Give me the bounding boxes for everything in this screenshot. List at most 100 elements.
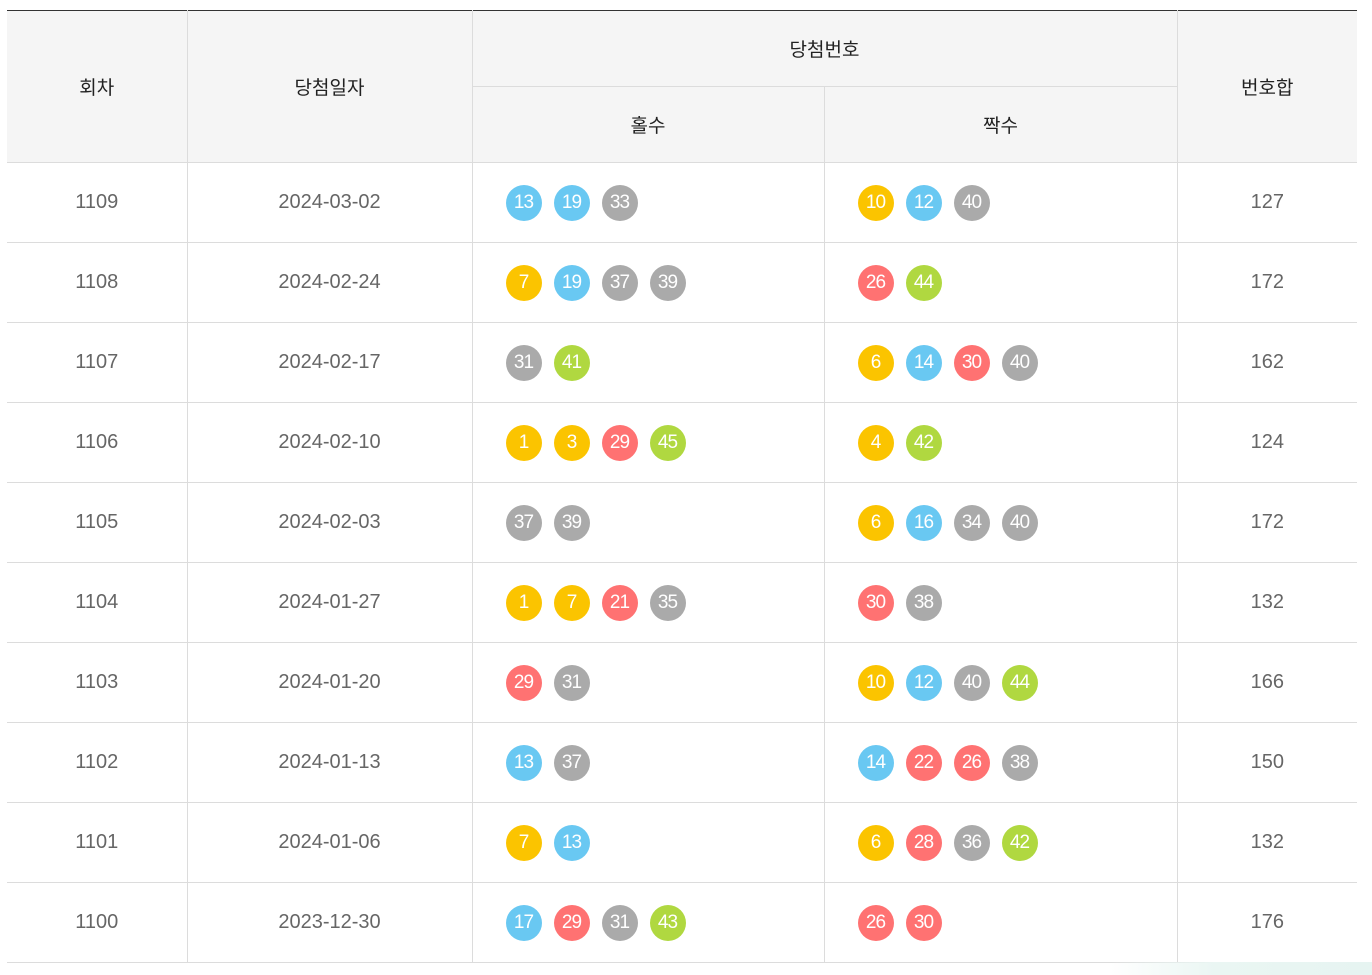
header-row-1: 회차 당첨일자 당첨번호 번호합 xyxy=(7,10,1358,163)
table-row: 1101 2024-01-06 7 13 6 28 36 42 132 xyxy=(7,802,1358,883)
lotto-ball: 13 xyxy=(553,824,590,861)
lotto-ball: 10 xyxy=(857,664,894,701)
odd-numbers-cell: 13 19 33 xyxy=(471,162,825,243)
lotto-ball: 30 xyxy=(857,584,894,621)
date-cell: 2024-01-27 xyxy=(186,562,473,643)
header-winning-numbers: 당첨번호 xyxy=(471,10,1178,87)
even-numbers-cell: 30 38 xyxy=(823,562,1178,643)
date-cell: 2024-01-06 xyxy=(186,802,473,883)
lotto-ball: 39 xyxy=(649,264,686,301)
lotto-ball: 22 xyxy=(905,744,942,781)
lotto-ball: 40 xyxy=(953,184,990,221)
lotto-ball: 13 xyxy=(505,184,542,221)
even-numbers-cell: 6 16 34 40 xyxy=(823,482,1178,563)
lotto-ball: 12 xyxy=(905,184,942,221)
date-cell: 2024-03-02 xyxy=(186,162,473,243)
lotto-ball: 30 xyxy=(905,904,942,941)
round-cell: 1101 xyxy=(7,802,188,883)
date-cell: 2024-01-13 xyxy=(186,722,473,803)
lotto-ball: 21 xyxy=(601,584,638,621)
lotto-ball: 38 xyxy=(1001,744,1038,781)
lotto-ball: 31 xyxy=(505,344,542,381)
lotto-ball: 7 xyxy=(505,264,542,301)
lotto-ball: 6 xyxy=(857,344,894,381)
table-row: 1107 2024-02-17 31 41 6 14 30 40 162 xyxy=(7,322,1358,403)
sum-cell: 172 xyxy=(1176,242,1358,323)
round-cell: 1100 xyxy=(7,882,188,963)
lotto-ball: 29 xyxy=(553,904,590,941)
lotto-ball: 10 xyxy=(857,184,894,221)
lotto-ball: 39 xyxy=(553,504,590,541)
lotto-ball: 41 xyxy=(553,344,590,381)
lotto-ball: 43 xyxy=(649,904,686,941)
header-round: 회차 xyxy=(7,10,188,163)
date-cell: 2023-12-30 xyxy=(186,882,473,963)
lotto-ball: 36 xyxy=(953,824,990,861)
sum-cell: 172 xyxy=(1176,482,1358,563)
even-numbers-cell: 4 42 xyxy=(823,402,1178,483)
round-cell: 1108 xyxy=(7,242,188,323)
lotto-ball: 3 xyxy=(553,424,590,461)
even-numbers-cell: 10 12 40 xyxy=(823,162,1178,243)
odd-numbers-cell: 7 13 xyxy=(471,802,825,883)
table-row: 1102 2024-01-13 13 37 14 22 26 38 150 xyxy=(7,722,1358,803)
lotto-ball: 6 xyxy=(857,824,894,861)
lotto-ball: 40 xyxy=(953,664,990,701)
odd-numbers-cell: 31 41 xyxy=(471,322,825,403)
lotto-ball: 19 xyxy=(553,264,590,301)
date-cell: 2024-02-17 xyxy=(186,322,473,403)
sum-cell: 124 xyxy=(1176,402,1358,483)
table-row: 1106 2024-02-10 1 3 29 45 4 42 124 xyxy=(7,402,1358,483)
table-row: 1109 2024-03-02 13 19 33 10 12 40 127 xyxy=(7,162,1358,243)
sum-cell: 132 xyxy=(1176,562,1358,643)
table-body: 1109 2024-03-02 13 19 33 10 12 40 127 1108 2… xyxy=(7,162,1358,963)
date-cell: 2024-02-03 xyxy=(186,482,473,563)
lotto-results-table-wrapper: 회차 당첨일자 당첨번호 번호합 홀수 짝수 1109 2024-03-02 1… xyxy=(7,10,1358,963)
header-even: 짝수 xyxy=(823,86,1178,163)
lotto-ball: 35 xyxy=(649,584,686,621)
odd-numbers-cell: 37 39 xyxy=(471,482,825,563)
header-sum: 번호합 xyxy=(1176,10,1358,163)
round-cell: 1106 xyxy=(7,402,188,483)
lotto-ball: 40 xyxy=(1001,344,1038,381)
round-cell: 1103 xyxy=(7,642,188,723)
sum-cell: 127 xyxy=(1176,162,1358,243)
lotto-ball: 34 xyxy=(953,504,990,541)
lotto-results-table: 회차 당첨일자 당첨번호 번호합 홀수 짝수 1109 2024-03-02 1… xyxy=(7,10,1358,963)
lotto-ball: 26 xyxy=(953,744,990,781)
lotto-ball: 4 xyxy=(857,424,894,461)
lotto-ball: 38 xyxy=(905,584,942,621)
even-numbers-cell: 26 30 xyxy=(823,882,1178,963)
lotto-ball: 7 xyxy=(505,824,542,861)
lotto-ball: 45 xyxy=(649,424,686,461)
round-cell: 1107 xyxy=(7,322,188,403)
table-row: 1108 2024-02-24 7 19 37 39 26 44 172 xyxy=(7,242,1358,323)
table-header: 회차 당첨일자 당첨번호 번호합 홀수 짝수 xyxy=(7,10,1358,163)
even-numbers-cell: 6 28 36 42 xyxy=(823,802,1178,883)
lotto-ball: 14 xyxy=(857,744,894,781)
header-odd: 홀수 xyxy=(471,86,825,163)
date-cell: 2024-02-24 xyxy=(186,242,473,323)
lotto-ball: 44 xyxy=(905,264,942,301)
lotto-ball: 13 xyxy=(505,744,542,781)
date-cell: 2024-02-10 xyxy=(186,402,473,483)
sum-cell: 150 xyxy=(1176,722,1358,803)
round-cell: 1102 xyxy=(7,722,188,803)
lotto-ball: 42 xyxy=(1001,824,1038,861)
lotto-ball: 16 xyxy=(905,504,942,541)
even-numbers-cell: 26 44 xyxy=(823,242,1178,323)
lotto-ball: 14 xyxy=(905,344,942,381)
lotto-ball: 1 xyxy=(505,424,542,461)
sum-cell: 162 xyxy=(1176,322,1358,403)
even-numbers-cell: 6 14 30 40 xyxy=(823,322,1178,403)
sum-cell: 166 xyxy=(1176,642,1358,723)
lotto-ball: 1 xyxy=(505,584,542,621)
lotto-ball: 12 xyxy=(905,664,942,701)
odd-numbers-cell: 1 7 21 35 xyxy=(471,562,825,643)
lotto-ball: 28 xyxy=(905,824,942,861)
lotto-ball: 29 xyxy=(505,664,542,701)
lotto-ball: 26 xyxy=(857,264,894,301)
even-numbers-cell: 14 22 26 38 xyxy=(823,722,1178,803)
round-cell: 1104 xyxy=(7,562,188,643)
lotto-ball: 37 xyxy=(601,264,638,301)
